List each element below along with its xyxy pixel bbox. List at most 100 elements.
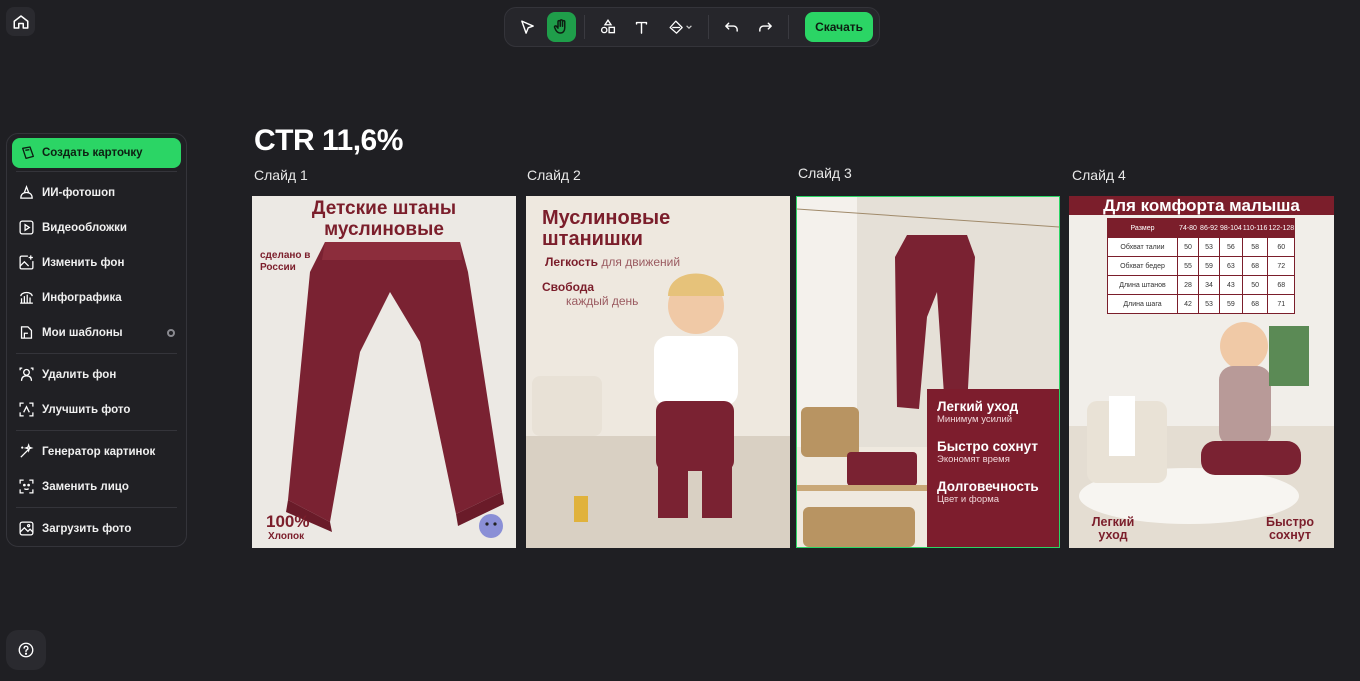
size-table-cell: 58 <box>1241 237 1269 257</box>
fill-tool-button[interactable] <box>660 12 699 42</box>
sidebar-item-label: Мои шаблоны <box>42 326 123 339</box>
sidebar-item-upload-photo[interactable]: Загрузить фото <box>12 511 181 546</box>
size-table-header-cell: 74-80 <box>1177 218 1199 238</box>
sidebar-item-label: Загрузить фото <box>42 522 132 535</box>
templates-icon <box>20 326 33 339</box>
slide-3-features-panel: Легкий уход Минимум усилий Быстро сохнут… <box>927 389 1059 547</box>
slide-label: Слайд 3 <box>798 165 852 181</box>
hand-icon <box>554 19 566 34</box>
size-table-cell: 68 <box>1267 275 1296 295</box>
sidebar-item-remove-background[interactable]: Удалить фон <box>12 357 181 392</box>
image-generator-icon <box>20 443 34 458</box>
sidebar-item-label: Изменить фон <box>42 256 125 269</box>
create-card-button[interactable]: Создать карточку <box>12 138 181 168</box>
size-table-header-cell: Размер <box>1107 218 1178 238</box>
size-table-cell: 71 <box>1267 294 1296 314</box>
redo-icon <box>758 22 772 32</box>
slide-2-title: Муслиновые штанишки <box>542 207 671 250</box>
size-table-cell: 72 <box>1267 256 1296 276</box>
size-table-header-cell: 110-116 <box>1241 218 1269 238</box>
undo-button[interactable] <box>717 12 747 42</box>
slide-2-line-1-rest: для движений <box>601 255 681 269</box>
size-table-cell: 68 <box>1241 256 1269 276</box>
size-table-header-cell: 86-92 <box>1198 218 1220 238</box>
table-row: Длина шага 42 53 59 68 71 <box>1107 294 1296 314</box>
table-row: Обхват талии 50 53 56 58 60 <box>1107 237 1296 257</box>
slide-2-line-1-bold: Легкость <box>545 255 599 269</box>
text-tool-button[interactable] <box>627 12 657 42</box>
slide-1-material: Хлопок <box>268 531 305 542</box>
table-row: Обхват бедер 55 59 63 68 72 <box>1107 256 1296 276</box>
infographic-icon <box>20 291 33 304</box>
size-table-cell: 60 <box>1267 237 1296 257</box>
sidebar-item-label: Улучшить фото <box>42 403 131 416</box>
size-table-cell: 42 <box>1177 294 1199 314</box>
sidebar-item-face-swap[interactable]: Заменить лицо <box>12 469 181 504</box>
slide-label: Слайд 2 <box>527 167 581 183</box>
video-cover-icon <box>19 220 34 235</box>
card-icon <box>22 146 34 159</box>
toolbar-divider <box>788 15 790 39</box>
size-table-cell: 55 <box>1177 256 1199 276</box>
feature-heading: Быстро сохнут <box>937 439 1038 454</box>
sidebar-item-label: Удалить фон <box>42 368 117 381</box>
shapes-tool-button[interactable] <box>593 12 623 42</box>
sidebar-item-label: Генератор картинок <box>42 445 156 458</box>
redo-button[interactable] <box>750 12 780 42</box>
top-toolbar: Скачать <box>504 7 880 47</box>
feature-heading: Долговечность <box>937 479 1039 494</box>
slide-3-card[interactable]: Легкий уход Минимум усилий Быстро сохнут… <box>796 196 1060 548</box>
sidebar-divider <box>16 353 177 354</box>
remove-background-icon <box>19 367 34 381</box>
size-table-cell: 50 <box>1241 275 1269 295</box>
size-table-cell: Обхват талии <box>1107 237 1178 257</box>
size-table-cell: Обхват бедер <box>1107 256 1178 276</box>
size-table-cell: 53 <box>1198 237 1220 257</box>
size-table-cell: 63 <box>1219 256 1243 276</box>
slide-2-line-2-bold: Свобода <box>542 280 595 294</box>
enhance-photo-icon <box>19 402 34 417</box>
table-row: Длина штанов 28 34 43 50 68 <box>1107 275 1296 295</box>
size-table-cell: 50 <box>1177 237 1199 257</box>
home-button[interactable] <box>6 7 35 36</box>
size-chart-table: Размер 74-80 86-92 98-104 110-116 122-12… <box>1107 218 1296 314</box>
download-button[interactable]: Скачать <box>805 12 874 42</box>
size-table-cell: 59 <box>1219 294 1243 314</box>
sidebar-item-ai-photoshop[interactable]: ИИ-фотошоп <box>12 175 181 210</box>
size-table-header-row: Размер 74-80 86-92 98-104 110-116 122-12… <box>1107 218 1296 238</box>
size-table-cell: 59 <box>1198 256 1220 276</box>
toy-illustration <box>479 514 503 538</box>
left-sidebar: Создать карточку ИИ-фотошоп Видеообложки… <box>6 133 187 547</box>
feature-subtext: Минимум усилий <box>937 414 1013 425</box>
create-card-label: Создать карточку <box>42 147 143 159</box>
pants-illustration <box>286 242 504 532</box>
size-table-cell: 53 <box>1198 294 1220 314</box>
size-table-cell: Длина штанов <box>1107 275 1178 295</box>
feature-subtext: Экономят время <box>937 454 1010 465</box>
toolbar-divider <box>584 15 586 39</box>
sidebar-item-label: ИИ-фотошоп <box>42 186 116 199</box>
sidebar-divider <box>16 171 177 172</box>
select-tool-button[interactable] <box>513 12 543 42</box>
sidebar-item-video-covers[interactable]: Видеообложки <box>12 210 181 245</box>
face-swap-icon <box>19 479 34 494</box>
sidebar-item-my-templates[interactable]: Мои шаблоны <box>12 315 181 350</box>
size-table-cell: 28 <box>1177 275 1199 295</box>
ai-photoshop-icon <box>20 185 33 199</box>
sidebar-item-change-background[interactable]: Изменить фон <box>12 245 181 280</box>
sidebar-item-enhance-photo[interactable]: Улучшить фото <box>12 392 181 427</box>
slide-4-banner: Для комфорта малыша <box>1069 196 1334 215</box>
help-button[interactable] <box>6 630 46 670</box>
toolbar-divider <box>707 15 709 39</box>
slide-4-card[interactable]: Для комфорта малыша Размер 74-80 86-92 9… <box>1069 196 1334 548</box>
upload-photo-icon <box>19 521 34 536</box>
slide-2-card[interactable]: Муслиновые штанишки Легкость для движени… <box>526 196 790 548</box>
slide-1-card[interactable]: Детские штаны муслиновые сделано в Росси… <box>252 196 516 548</box>
hand-tool-button[interactable] <box>546 12 577 42</box>
slide-2-line-1: Легкость для движений <box>545 255 680 269</box>
slide-label: Слайд 1 <box>254 167 308 183</box>
sidebar-item-image-generator[interactable]: Генератор картинок <box>12 434 181 469</box>
slide-4-left-caption: Легкий уход <box>1091 515 1135 542</box>
sidebar-item-infographic[interactable]: Инфографика <box>12 280 181 315</box>
status-dot-icon <box>167 328 175 337</box>
